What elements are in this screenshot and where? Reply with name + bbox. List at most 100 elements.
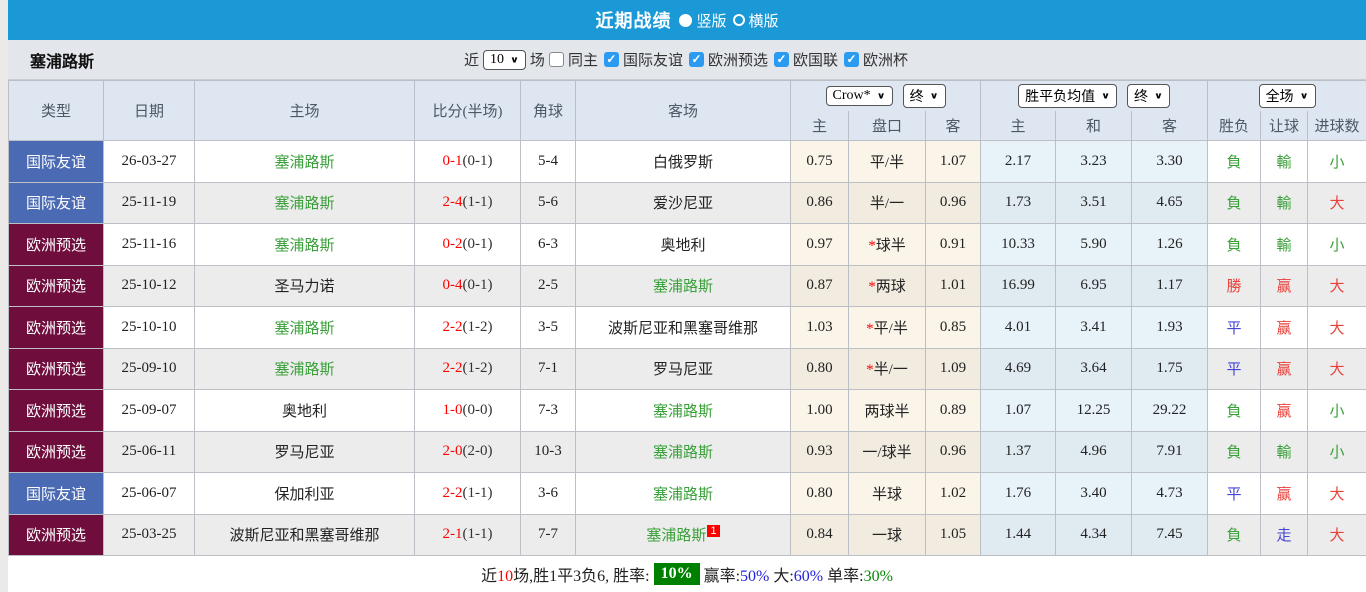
competition-checkbox-euro-cup[interactable]: ✓ — [844, 52, 859, 67]
result-winlose: 負 — [1207, 223, 1262, 266]
home-team: 塞浦路斯 — [194, 347, 415, 390]
table-row: 国际友谊 26-03-27 塞浦路斯 0-1(0-1) 5-4 白俄罗斯 0.75 平/半 1.… — [8, 140, 1366, 183]
chevron-down-icon: ∨ — [1101, 91, 1111, 101]
competition-label-euro-qualifier: 欧洲预选 — [707, 53, 768, 69]
result-winlose: 平 — [1207, 472, 1262, 515]
match-score: 2-2(1-2) — [414, 347, 521, 390]
competition-label-friendly: 国际友谊 — [622, 53, 683, 69]
odds-home: 1.00 — [790, 389, 849, 432]
odds-company-select[interactable]: Crow* ∨ — [825, 85, 893, 106]
win-odds-label: 赢率: — [703, 568, 741, 585]
corner-count: 7-1 — [520, 347, 576, 390]
match-score: 0-2(0-1) — [414, 223, 521, 266]
odds-stage-select-2[interactable]: 终 ∨ — [1127, 83, 1170, 108]
away-team: 塞浦路斯 — [575, 472, 791, 515]
match-date: 25-06-11 — [103, 430, 195, 473]
chevron-down-icon: ∨ — [876, 91, 886, 101]
radio-selected-icon[interactable] — [679, 13, 693, 27]
competition-checkbox-euro-qualifier[interactable]: ✓ — [688, 52, 704, 67]
avg-away: 4.73 — [1131, 472, 1209, 515]
col-header-type: 类型 — [8, 80, 104, 141]
recent-count-select[interactable]: 10 ∨ — [482, 49, 526, 70]
competition-checkbox-friendly[interactable]: ✓ — [603, 52, 619, 67]
avg-home: 1.76 — [980, 472, 1057, 515]
avg-away: 1.93 — [1131, 306, 1209, 349]
match-score: 2-2(1-2) — [414, 306, 521, 349]
odds-stage-select-1[interactable]: 终 ∨ — [902, 83, 946, 108]
radio-vertical-layout[interactable]: 竖版 — [679, 10, 727, 31]
big-label: 大: — [773, 568, 794, 585]
table-row: 国际友谊 25-11-19 塞浦路斯 2-4(1-1) 5-6 爱沙尼亚 0.86 半/一 0.… — [8, 181, 1366, 224]
odds-away: 1.01 — [924, 264, 982, 307]
match-date: 25-10-12 — [103, 264, 195, 307]
col-header-score: 比分(半场) — [414, 80, 521, 141]
result-handicap: 輸 — [1260, 140, 1309, 183]
result-goals: 小 — [1307, 223, 1366, 266]
avg-away: 7.91 — [1131, 430, 1209, 473]
home-team: 罗马尼亚 — [194, 430, 415, 473]
odds-away: 0.89 — [924, 389, 982, 432]
odds-away: 0.91 — [924, 223, 982, 266]
match-date: 25-11-16 — [103, 223, 195, 266]
match-history-table: 类型 日期 主场 比分(半场) 角球 客场 Crow* ∨ 终 ∨ 胜平负均值 … — [8, 80, 1366, 556]
avg-home: 1.07 — [980, 389, 1057, 432]
match-type-badge: 欧洲预选 — [8, 347, 104, 390]
col-header-away: 客场 — [575, 80, 791, 141]
handicap: 半/一 — [848, 181, 926, 224]
summary-mid: 场,胜1平3负6, 胜率: — [513, 568, 650, 585]
result-winlose: 負 — [1207, 140, 1262, 183]
card-badge: 1 — [707, 525, 720, 538]
same-home-checkbox[interactable] — [548, 52, 564, 67]
away-team: 塞浦路斯 — [575, 430, 791, 473]
result-winlose: 平 — [1207, 306, 1262, 349]
competition-checkbox-nations-league[interactable]: ✓ — [773, 52, 789, 67]
odds-away: 1.09 — [924, 347, 982, 390]
avg-type-select[interactable]: 胜平负均值 ∨ — [1018, 83, 1118, 108]
odds-home: 0.93 — [790, 430, 849, 473]
radio-horizontal-label: 横版 — [748, 13, 779, 30]
avg-draw: 3.23 — [1055, 140, 1133, 183]
handicap: 一球 — [848, 513, 926, 556]
table-row: 欧洲预选 25-03-25 波斯尼亚和黑塞哥维那 2-1(1-1) 7-7 塞浦路斯 1 0.… — [8, 513, 1366, 556]
match-score: 2-2(1-1) — [414, 472, 521, 515]
avg-draw: 12.25 — [1055, 389, 1133, 432]
radio-unselected-icon[interactable] — [732, 14, 745, 26]
away-team: 奥地利 — [575, 223, 791, 266]
scope-group-header: 全场 ∨ — [1207, 80, 1366, 111]
sub-header-goal-count: 进球数 — [1307, 110, 1366, 141]
avg-home: 2.17 — [980, 140, 1057, 183]
result-handicap: 走 — [1260, 513, 1309, 556]
handicap: 两球半 — [848, 389, 926, 432]
result-winlose: 平 — [1207, 347, 1262, 390]
result-handicap: 赢 — [1260, 306, 1309, 349]
table-row: 国际友谊 25-06-07 保加利亚 2-2(1-1) 3-6 塞浦路斯 0.80 半球 1.0… — [8, 472, 1366, 515]
avg-home: 1.44 — [980, 513, 1057, 556]
away-team: 波斯尼亚和黑塞哥维那 — [575, 306, 791, 349]
odds-away: 0.96 — [924, 181, 982, 224]
avg-away: 3.30 — [1131, 140, 1209, 183]
avg-draw: 3.40 — [1055, 472, 1133, 515]
win-odds-value: 50% — [740, 568, 770, 585]
match-date: 25-09-10 — [103, 347, 195, 390]
odds-away: 0.96 — [924, 430, 982, 473]
result-goals: 大 — [1307, 306, 1366, 349]
match-type-badge: 欧洲预选 — [8, 306, 104, 349]
match-date: 25-03-25 — [103, 513, 195, 556]
handicap: *半/一 — [848, 347, 926, 390]
radio-horizontal-layout[interactable]: 横版 — [732, 10, 779, 31]
corner-count: 2-5 — [520, 264, 576, 307]
table-row: 欧洲预选 25-10-10 塞浦路斯 2-2(1-2) 3-5 波斯尼亚和黑塞哥维那 1.0… — [8, 306, 1366, 349]
match-score: 2-4(1-1) — [414, 181, 521, 224]
result-handicap: 輸 — [1260, 430, 1309, 473]
filter-bar: 塞浦路斯 近 10 ∨ 场 同主 ✓ 国际友谊 ✓ 欧洲预选 ✓ 欧国联 ✓ 欧洲… — [8, 40, 1366, 80]
table-row: 欧洲预选 25-09-10 塞浦路斯 2-2(1-2) 7-1 罗马尼亚 0.80 *半/一 1… — [8, 347, 1366, 390]
handicap: 一/球半 — [848, 430, 926, 473]
col-header-date: 日期 — [103, 80, 195, 141]
match-score: 1-0(0-0) — [414, 389, 521, 432]
result-winlose: 負 — [1207, 430, 1262, 473]
match-type-badge: 欧洲预选 — [8, 513, 104, 556]
match-date: 25-10-10 — [103, 306, 195, 349]
match-score: 0-4(0-1) — [414, 264, 521, 307]
chevron-down-icon: ∨ — [1299, 91, 1309, 101]
scope-select[interactable]: 全场 ∨ — [1258, 83, 1316, 108]
